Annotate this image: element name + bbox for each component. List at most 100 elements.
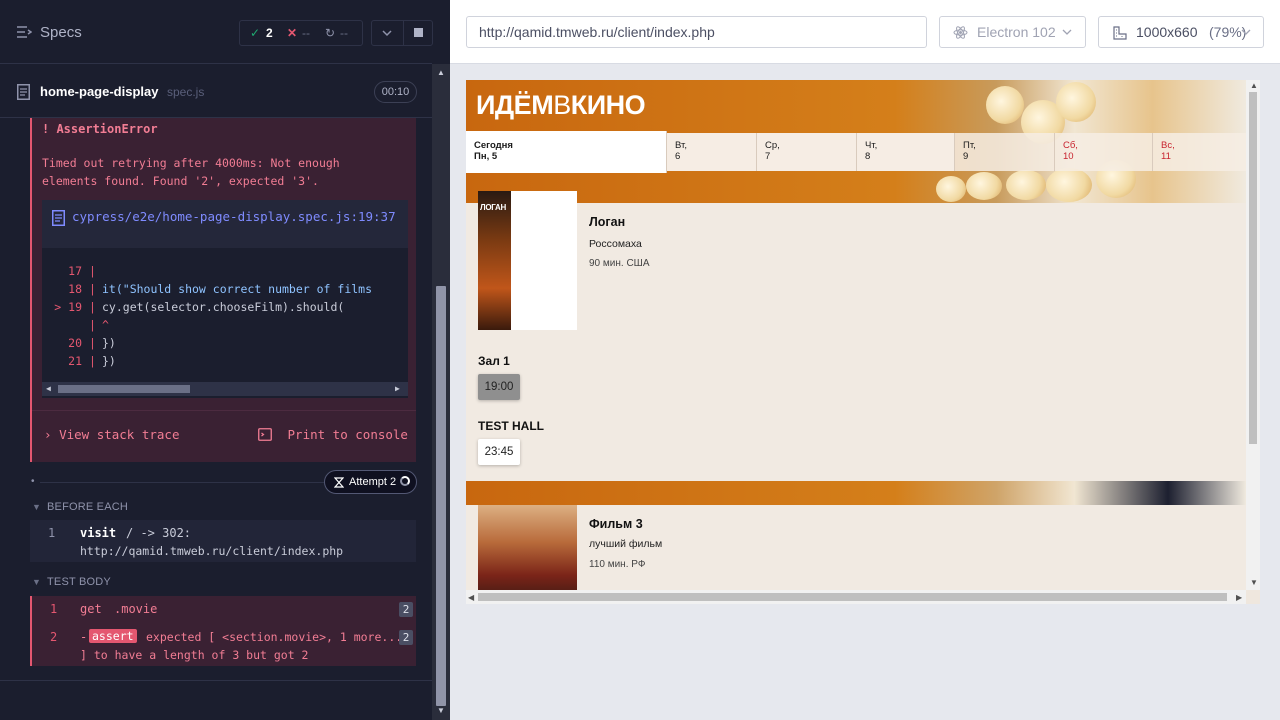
divider [0,680,432,681]
day-date: Пн, 5 [474,151,498,162]
before-each-label[interactable]: BEFORE EACH [47,501,128,513]
day-tab[interactable]: Сб, 10 [1055,133,1153,171]
passed-icon: ✓ [250,26,261,40]
app-under-test: ИДЁМВКИНО Сегодня Пн, 5 Вт, 6 Ср, 7 Чт, … [466,80,1260,604]
movie-poster[interactable] [478,505,577,590]
scroll-left-icon[interactable]: ◀ [46,384,51,393]
line-number: 21 [68,354,82,368]
test-stats: ✓ 2 ✕ -- ↻ -- [239,20,363,46]
popcorn-decoration [1046,168,1092,202]
failed-count: -- [302,26,310,40]
passed-count: 2 [266,26,273,40]
aut-vertical-scrollbar[interactable]: ▲ ▼ [1246,80,1260,590]
command-detail: / -> 302: [126,526,192,540]
viewport-selector[interactable]: 1000x660 (79%) [1098,16,1264,48]
command-detail-cont: ] to have a length of 3 but got 2 [80,648,309,662]
command-row[interactable]: 2 - assert expected [ <section.movie>, 1… [32,626,416,666]
line-number: > 19 [54,300,82,314]
scroll-right-icon[interactable]: ▶ [395,384,400,393]
view-stack-trace-button[interactable]: › View stack trace [44,427,179,442]
test-body-label[interactable]: TEST BODY [47,576,111,588]
aut-horizontal-scrollbar[interactable]: ◀ ▶ [466,590,1246,604]
attempt-divider [40,482,324,483]
code-file-link[interactable]: cypress/e2e/home-page-display.spec.js:19… [42,200,408,248]
line-bar: | [89,336,96,350]
day-tab[interactable]: Чт, 8 [857,133,955,171]
popcorn-decoration [1056,82,1096,122]
print-to-console-button[interactable]: Print to console [258,427,408,442]
section-divider-band [466,481,1246,505]
assert-tag: assert [89,629,137,643]
day-tab[interactable]: Пт, 9 [955,133,1055,171]
scroll-left-icon[interactable]: ◀ [468,593,474,602]
day-date: 11 [1161,151,1171,162]
movie-synopsis: Россомаха [589,238,642,250]
day-label: Ср, [765,140,780,151]
chevron-down-icon [1062,29,1072,35]
scroll-right-icon[interactable]: ▶ [1236,593,1242,602]
poster-image: ЛОГАН [478,191,511,330]
code-file-path[interactable]: cypress/e2e/home-page-display.spec.js:19… [72,208,402,225]
specs-list-icon[interactable] [16,24,32,40]
browser-selector[interactable]: Electron 102 [939,16,1086,48]
scrollbar-thumb[interactable] [478,593,1227,601]
stop-icon[interactable] [413,27,424,38]
controls-divider [403,21,404,45]
scroll-down-icon[interactable]: ▼ [437,706,445,715]
spinner-icon [400,476,410,486]
error-title: ! AssertionError [42,122,158,136]
line-code: }) [102,336,116,350]
line-bar: | [89,354,96,368]
hall-title: Зал 1 [478,354,510,368]
spec-extension: spec.js [167,85,205,99]
movie-synopsis: лучший фильм [589,538,663,550]
attempt-tag[interactable]: Attempt 2 [324,470,417,494]
popcorn-decoration [966,172,1002,200]
pending-count: -- [340,26,348,40]
chevron-down-icon [1241,29,1251,35]
chevron-down-icon[interactable] [381,28,393,38]
popcorn-decoration [1006,170,1046,200]
scrollbar-thumb[interactable] [436,286,446,706]
chevron-right-icon: › [44,427,52,442]
seance-time-button[interactable]: 23:45 [478,439,520,465]
url-bar[interactable]: http://qamid.tmweb.ru/client/index.php [466,16,927,48]
line-code: cy.get(selector.chooseFilm).should( [102,300,345,314]
scrollbar-thumb[interactable] [58,385,190,393]
command-row[interactable]: 1 visit / -> 302: http://qamid.tmweb.ru/… [30,520,416,562]
pending-icon: ↻ [325,26,336,40]
browser-name: Electron 102 [977,24,1056,40]
spec-name: home-page-display [40,84,159,99]
attempt-label: Attempt 2 [349,476,397,488]
command-row[interactable]: 1 get .movie 2 [32,596,416,624]
scrollbar-thumb[interactable] [1249,92,1257,444]
day-tab[interactable]: Вс, 11 [1153,133,1246,171]
line-code: }) [102,354,116,368]
seance-time-button[interactable]: 19:00 [478,374,520,400]
element-count-badge: 2 [399,602,413,617]
day-tab[interactable]: Вт, 6 [667,133,757,171]
day-label: Сегодня [474,140,513,151]
scroll-down-icon[interactable]: ▼ [1250,578,1258,587]
command-number: 1 [50,602,58,616]
runner-scrollbar[interactable]: ▲ ▼ [432,64,450,720]
error-panel: ! AssertionError Timed out retrying afte… [30,118,416,462]
movie-poster[interactable]: ЛОГАН [478,191,577,330]
day-tab-today[interactable]: Сегодня Пн, 5 [466,131,667,173]
cypress-runner-panel: Specs ✓ 2 ✕ -- ↻ -- home-page-display sp… [0,0,450,720]
site-logo[interactable]: ИДЁМВКИНО [476,90,646,121]
spec-header: home-page-display spec.js 00:10 [0,65,432,118]
day-tab[interactable]: Ср, 7 [757,133,857,171]
chevron-down-icon[interactable]: ▼ [32,577,41,587]
day-label: Чт, [865,140,878,151]
specs-title[interactable]: Specs [40,24,82,41]
failed-icon: ✕ [287,26,298,40]
chevron-down-icon[interactable]: ▼ [32,502,41,512]
scroll-up-icon[interactable]: ▲ [1250,81,1258,90]
code-horizontal-scrollbar[interactable]: ◀ ▶ [42,382,408,396]
command-name: visit [80,526,117,540]
error-actions: › View stack trace Print to console [32,410,416,462]
error-message: Timed out retrying after 4000ms: Not eno… [42,156,340,188]
day-date: 8 [865,151,871,162]
scroll-up-icon[interactable]: ▲ [437,68,445,77]
